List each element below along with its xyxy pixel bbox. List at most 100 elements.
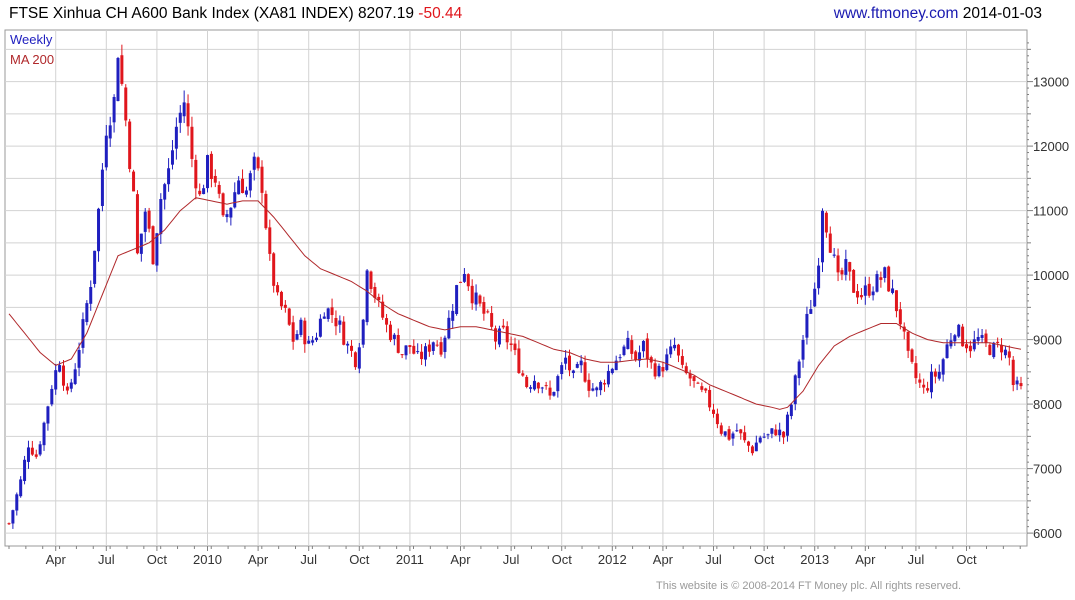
candle-body [252, 156, 256, 170]
candle-body [97, 208, 101, 252]
candle-body [50, 388, 54, 405]
x-tick-label: Jul [98, 552, 115, 567]
candle-body [871, 291, 875, 296]
candle-body [887, 266, 891, 292]
candle-body [135, 194, 139, 254]
candle-body [610, 368, 614, 374]
candle-body [338, 320, 342, 325]
candle-body [248, 173, 252, 191]
x-tick-label: Jul [705, 552, 722, 567]
candle-body [73, 369, 77, 384]
candle-body [844, 259, 848, 275]
candle-body [696, 382, 700, 384]
candle-body [731, 433, 735, 439]
candle-body [626, 337, 630, 349]
candle-body [809, 309, 813, 314]
candle-body [439, 342, 443, 355]
candle-body [198, 190, 202, 195]
candle-body [750, 446, 754, 454]
y-tick-label: 10000 [1033, 268, 1069, 283]
candle-body [657, 365, 661, 377]
candle-body [46, 406, 50, 424]
candle-body [459, 281, 463, 283]
candle-body [949, 340, 953, 347]
candle-body [89, 287, 93, 304]
candle-body [85, 303, 89, 323]
candle-body [785, 414, 789, 436]
candle-body [186, 103, 190, 127]
candle-body [525, 376, 529, 387]
candle-body [241, 178, 245, 194]
candle-body [544, 385, 548, 387]
candle-body [509, 343, 513, 345]
candle-body [933, 371, 937, 377]
candle-body [19, 479, 23, 497]
candle-body [268, 227, 272, 254]
candle-body [820, 210, 824, 263]
candle-body [1011, 359, 1015, 386]
y-tick-label: 11000 [1033, 204, 1068, 219]
candle-body [128, 121, 132, 169]
candle-body [840, 270, 844, 275]
candle-body [61, 365, 65, 386]
candle-body [388, 324, 392, 341]
candle-body [447, 317, 451, 339]
candle-body [700, 386, 704, 390]
candle-body [875, 274, 879, 292]
candle-body [77, 350, 81, 368]
candle-body [7, 523, 11, 525]
candle-body [303, 320, 307, 345]
candle-body [653, 363, 657, 377]
candle-body [766, 434, 770, 436]
candle-body [30, 447, 34, 455]
candle-body [957, 324, 961, 337]
candle-body [676, 344, 680, 356]
candle-body [299, 319, 303, 335]
candle-body [58, 365, 62, 372]
candle-body [704, 388, 708, 391]
candle-body [229, 207, 233, 218]
candle-body [1015, 380, 1019, 385]
y-tick-label: 8000 [1033, 397, 1062, 412]
candle-body [945, 344, 949, 359]
candle-body [412, 345, 416, 354]
candle-body [852, 269, 856, 293]
candle-body [645, 338, 649, 360]
candle-body [307, 340, 311, 344]
candle-body [65, 386, 69, 391]
candle-body [564, 357, 568, 364]
candle-body [287, 308, 291, 325]
candle-body [813, 288, 817, 307]
candle-body [256, 157, 260, 169]
candle-body [556, 376, 560, 392]
candle-body [124, 87, 128, 121]
candle-body [34, 454, 38, 457]
candle-body [754, 442, 758, 452]
candle-body [965, 344, 969, 349]
candle-body [435, 344, 439, 346]
candle-body [513, 343, 517, 351]
candle-body [618, 357, 622, 359]
candle-body [996, 341, 1000, 344]
candle-body [350, 345, 354, 351]
candle-body [891, 288, 895, 293]
candle-body [719, 425, 723, 434]
candle-body [708, 389, 712, 408]
candle-body [560, 365, 564, 375]
candle-body [536, 382, 540, 389]
candle-body [174, 126, 178, 149]
candle-body [159, 199, 163, 235]
candle-body [595, 387, 599, 391]
candle-body [926, 388, 930, 391]
y-axis: 6000 7000 8000 9000 10000 11000 12000 13000 [1027, 42, 1069, 541]
candle-body [922, 384, 926, 388]
x-tick-label: Jul [503, 552, 520, 567]
candle-body [11, 510, 15, 524]
candle-body [918, 379, 922, 383]
candle-body [505, 326, 509, 343]
y-tick-label: 6000 [1033, 526, 1062, 541]
candle-body [486, 311, 490, 313]
candle-body [641, 340, 645, 352]
candle-body [357, 347, 361, 369]
candle-body [209, 153, 213, 179]
